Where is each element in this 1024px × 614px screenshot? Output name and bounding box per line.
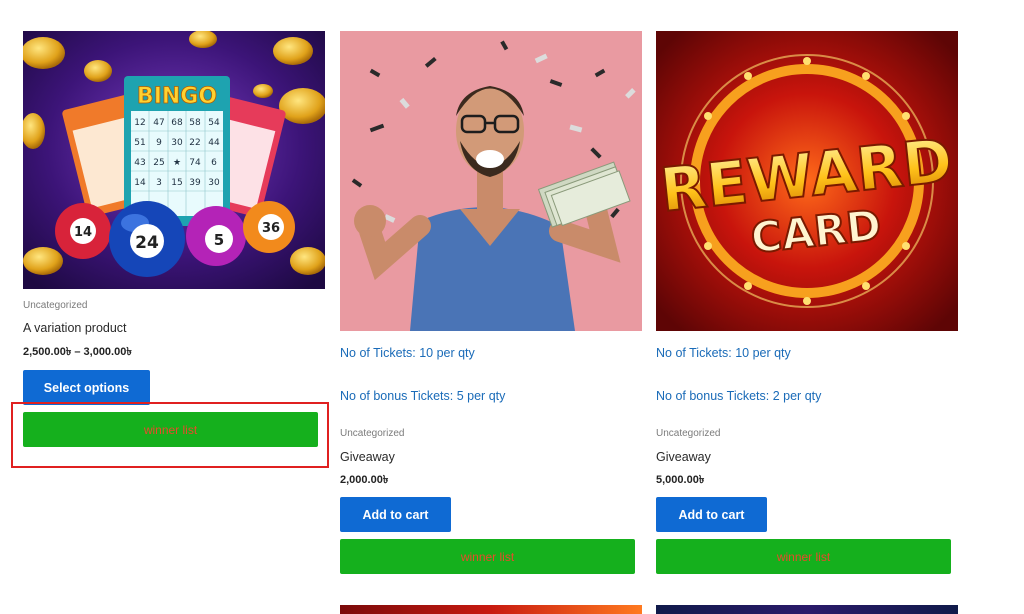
svg-text:68: 68 [171, 118, 183, 128]
bonus-tickets-info: No of bonus Tickets: 2 per qty [656, 389, 822, 403]
winner-list-button[interactable]: winner list [656, 539, 951, 574]
svg-text:30: 30 [208, 178, 220, 188]
svg-text:6: 6 [211, 158, 217, 168]
product-category[interactable]: Uncategorized [656, 428, 720, 439]
product-price: 2,000.00৳ [340, 474, 389, 486]
product-category[interactable]: Uncategorized [23, 300, 87, 311]
svg-text:22: 22 [189, 138, 200, 148]
svg-text:3: 3 [156, 178, 162, 188]
svg-text:47: 47 [153, 118, 164, 128]
product-image-bingo[interactable]: BINGO 12 47 68 58 54 51 9 30 22 44 43 25… [23, 31, 325, 289]
svg-text:15: 15 [171, 178, 182, 188]
next-product-image-peek[interactable] [656, 605, 958, 614]
bingo-image-label: BINGO [137, 84, 217, 109]
product-title[interactable]: Giveaway [340, 450, 395, 464]
svg-text:24: 24 [135, 233, 159, 253]
tickets-info: No of Tickets: 10 per qty [656, 346, 791, 360]
product-category[interactable]: Uncategorized [340, 428, 404, 439]
svg-text:12: 12 [134, 118, 145, 128]
svg-text:39: 39 [189, 178, 201, 188]
bonus-tickets-info: No of bonus Tickets: 5 per qty [340, 389, 506, 403]
product-image-reward-card[interactable]: REWARD CARD [656, 31, 958, 331]
product-price: 5,000.00৳ [656, 474, 705, 486]
svg-text:58: 58 [189, 118, 201, 128]
svg-text:74: 74 [189, 158, 201, 168]
svg-text:51: 51 [134, 138, 145, 148]
next-product-image-peek[interactable] [340, 605, 642, 614]
svg-text:44: 44 [208, 138, 220, 148]
add-to-cart-button[interactable]: Add to cart [656, 497, 767, 532]
svg-text:25: 25 [153, 158, 164, 168]
product-price: 2,500.00৳ – 3,000.00৳ [23, 346, 132, 358]
select-options-button[interactable]: Select options [23, 370, 150, 405]
product-image-winner-man[interactable] [340, 31, 642, 331]
svg-text:36: 36 [262, 221, 280, 236]
svg-text:14: 14 [134, 178, 146, 188]
svg-text:30: 30 [171, 138, 183, 148]
product-title[interactable]: Giveaway [656, 450, 711, 464]
svg-text:★: ★ [173, 158, 181, 168]
svg-text:9: 9 [156, 138, 162, 148]
svg-text:54: 54 [208, 118, 220, 128]
svg-text:14: 14 [74, 225, 92, 240]
winner-list-button[interactable]: winner list [23, 412, 318, 447]
winner-list-button[interactable]: winner list [340, 539, 635, 574]
svg-text:5: 5 [214, 231, 224, 249]
tickets-info: No of Tickets: 10 per qty [340, 346, 475, 360]
add-to-cart-button[interactable]: Add to cart [340, 497, 451, 532]
svg-text:43: 43 [134, 158, 145, 168]
product-title[interactable]: A variation product [23, 321, 127, 335]
product-grid: BINGO 12 47 68 58 54 51 9 30 22 44 43 25… [0, 0, 1024, 614]
